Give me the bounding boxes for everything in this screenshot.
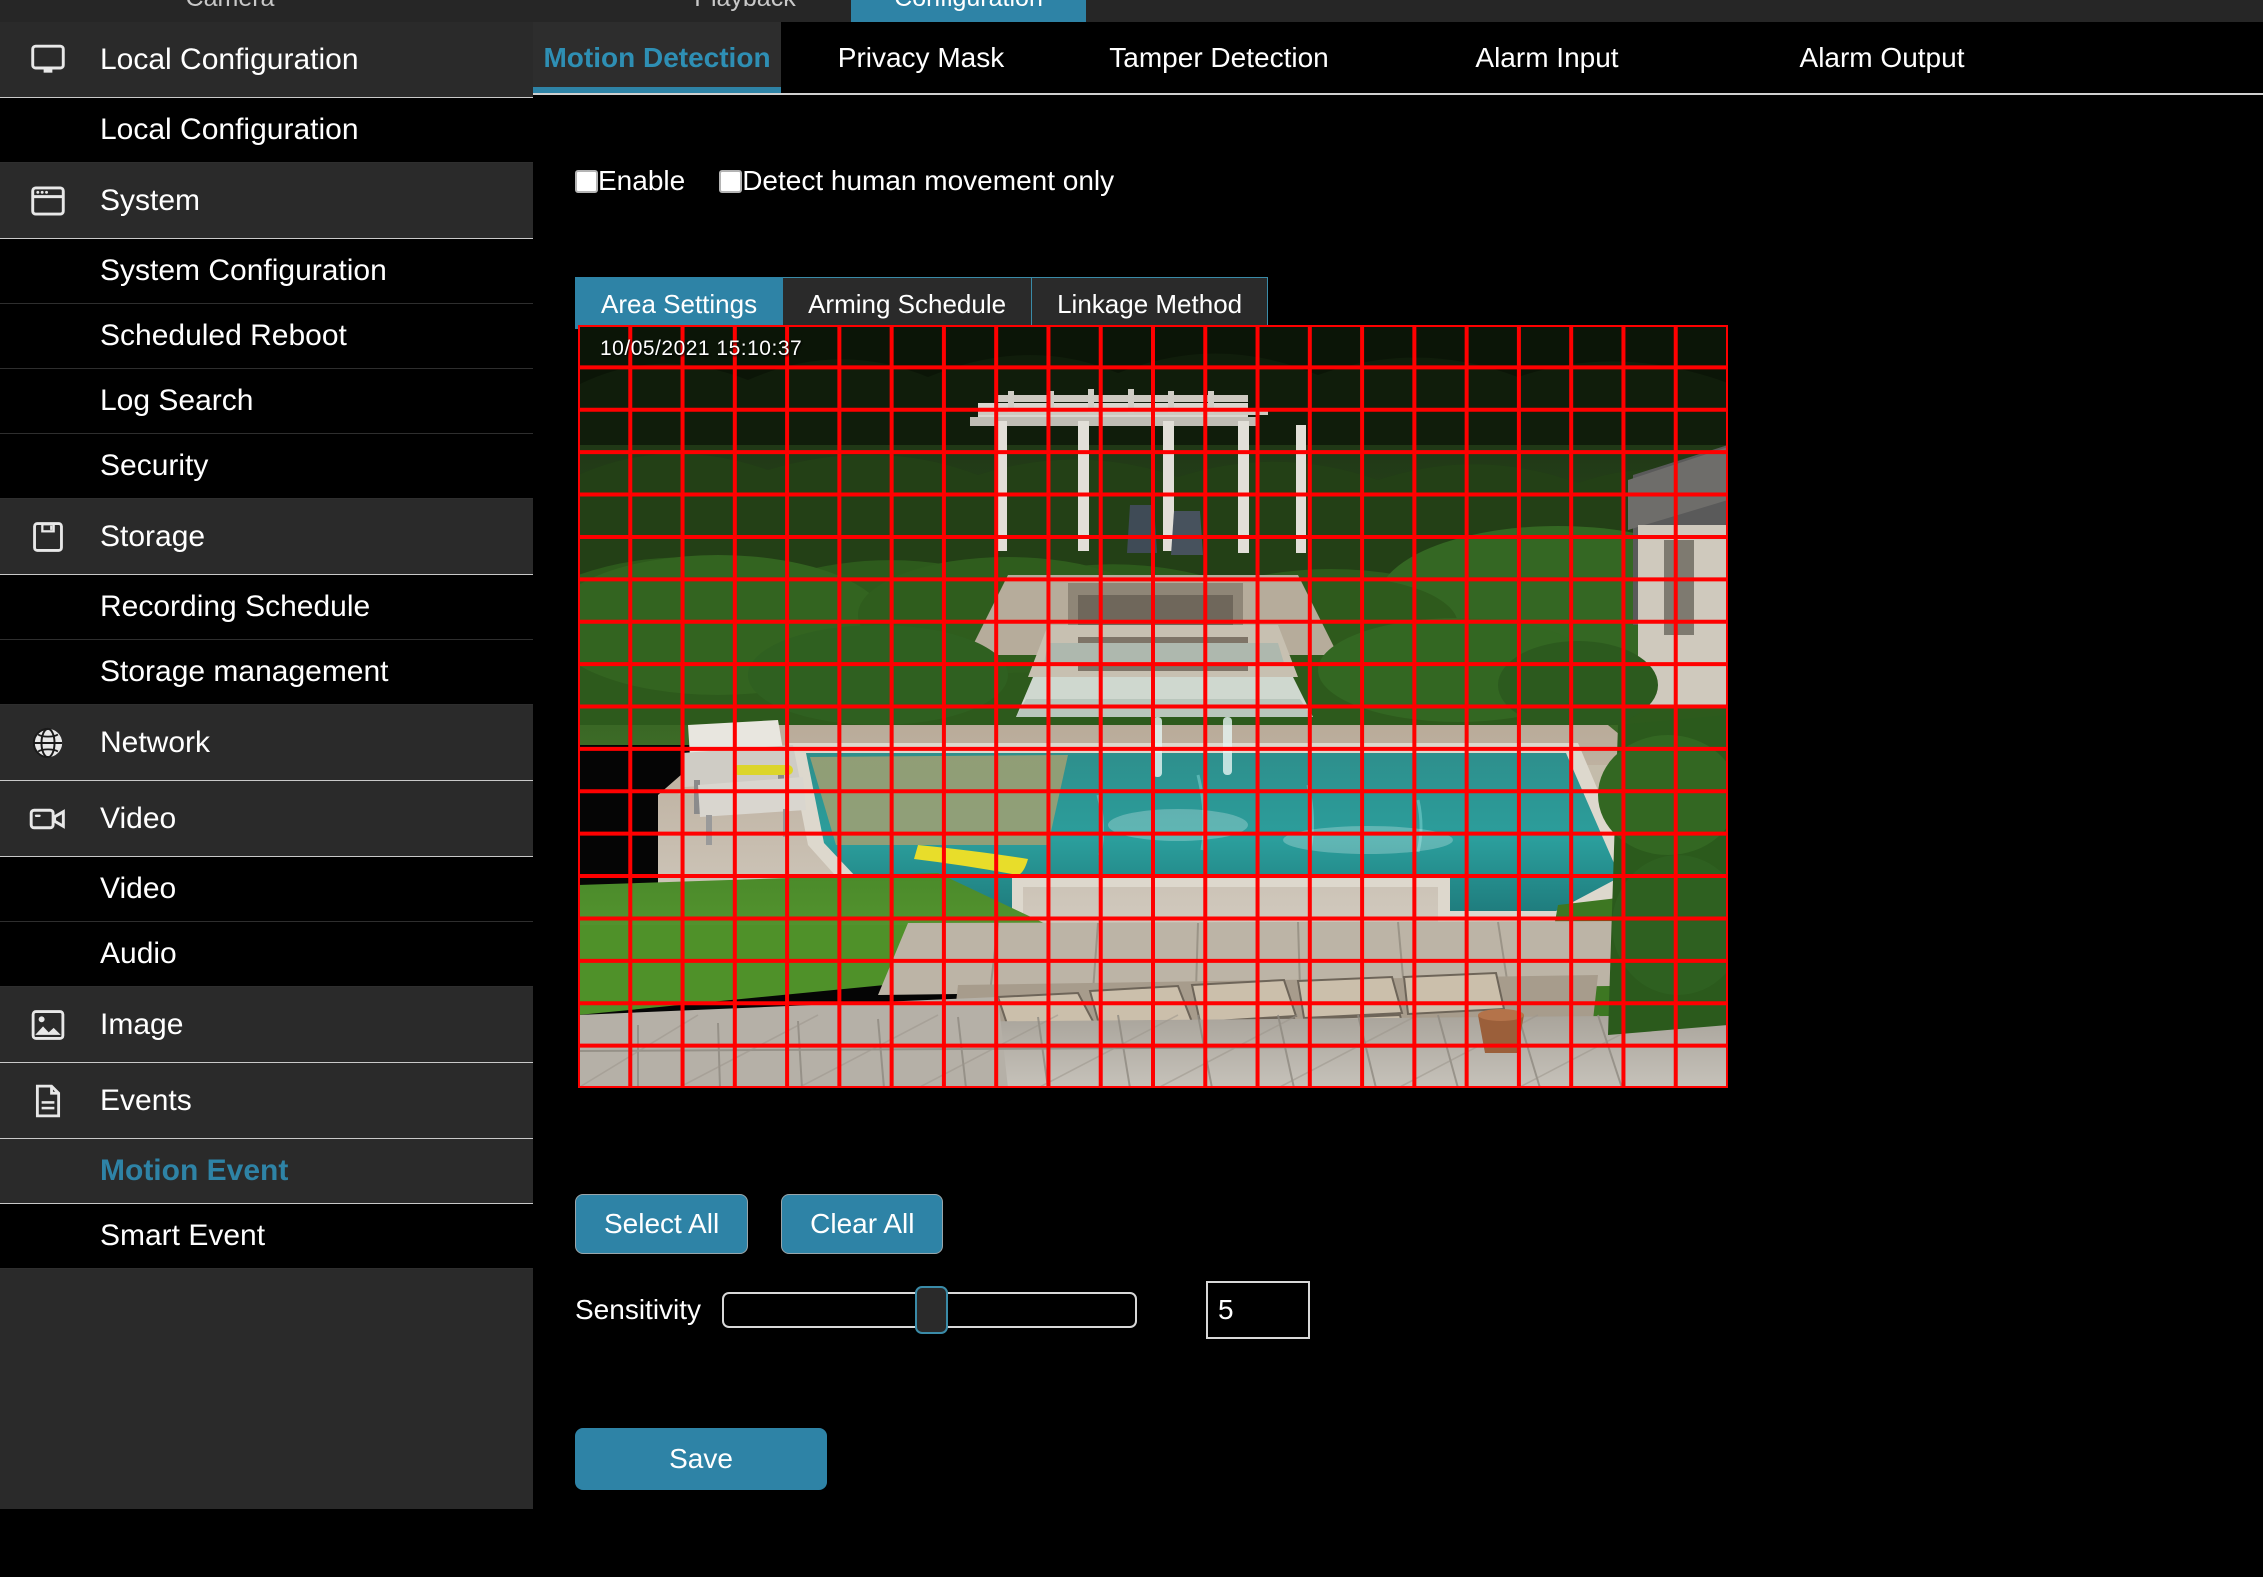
sidebar-subitem-recording-schedule[interactable]: Recording Schedule <box>0 575 533 640</box>
sidebar-item-label: Log Search <box>100 384 254 417</box>
camera-scene-image <box>578 325 1728 1088</box>
sidebar-item-system[interactable]: System <box>0 163 533 239</box>
tab-alarm-input[interactable]: Alarm Input <box>1377 22 1717 93</box>
sidebar-item-label: Video <box>100 801 177 835</box>
sidebar-subitem-smart-event[interactable]: Smart Event <box>0 1204 533 1269</box>
sensitivity-slider-thumb[interactable] <box>915 1286 948 1334</box>
clear-all-button[interactable]: Clear All <box>781 1194 944 1254</box>
video-preview[interactable]: 10/05/2021 15:10:37 <box>578 325 1728 1088</box>
sidebar-item-label: Recording Schedule <box>100 590 371 623</box>
detect-human-only-checkbox[interactable] <box>719 169 743 193</box>
sidebar-item-label: Audio <box>100 937 177 970</box>
sidebar-item-storage[interactable]: Storage <box>0 499 533 575</box>
sidebar-filler <box>0 1269 533 1509</box>
tab-privacy-mask[interactable]: Privacy Mask <box>781 22 1061 93</box>
sidebar-item-label: Smart Event <box>100 1219 266 1252</box>
enable-checkbox-label: Enable <box>598 165 686 196</box>
sidebar-item-label: Events <box>100 1083 192 1117</box>
global-nav-item-camera[interactable]: Camera <box>100 0 360 22</box>
camcorder-icon <box>20 805 76 833</box>
sidebar-item-label: Image <box>100 1007 184 1041</box>
sensitivity-input[interactable] <box>1206 1281 1310 1339</box>
main-content: Motion Detection Privacy Mask Tamper Det… <box>533 22 2263 1577</box>
sidebar-subitem-local-configuration[interactable]: Local Configuration <box>0 98 533 163</box>
sidebar-subitem-motion-event[interactable]: Motion Event <box>0 1139 533 1204</box>
sidebar-item-label: Motion Event <box>100 1154 289 1187</box>
global-nav-item-configuration[interactable]: Configuration <box>851 0 1086 22</box>
sidebar-subitem-video[interactable]: Video <box>0 857 533 922</box>
sidebar-item-network[interactable]: Network <box>0 705 533 781</box>
globe-icon <box>20 726 76 760</box>
sidebar-item-local-configuration[interactable]: Local Configuration <box>0 22 533 98</box>
tab-motion-detection[interactable]: Motion Detection <box>533 22 781 93</box>
sidebar-item-label: Video <box>100 872 177 905</box>
configuration-page: Camera Playback Configuration Local Conf… <box>0 0 2263 1577</box>
picture-icon <box>20 1009 76 1041</box>
global-nav-item-playback[interactable]: Playback <box>620 0 870 22</box>
sidebar-item-label: Local Configuration <box>100 42 359 76</box>
settings-subtabs: Area Settings Arming Schedule Linkage Me… <box>575 277 1269 329</box>
sensitivity-row: Sensitivity <box>575 1281 1310 1339</box>
sidebar-item-label: Storage management <box>100 655 389 688</box>
window-icon <box>20 185 76 217</box>
monitor-icon <box>20 44 76 76</box>
sidebar-item-label: Network <box>100 725 211 759</box>
sidebar-subitem-system-configuration[interactable]: System Configuration <box>0 239 533 304</box>
sidebar-item-label: System Configuration <box>100 254 387 287</box>
document-icon <box>20 1084 76 1118</box>
sidebar-subitem-audio[interactable]: Audio <box>0 922 533 987</box>
sidebar-item-events[interactable]: Events <box>0 1063 533 1139</box>
sidebar-item-image[interactable]: Image <box>0 987 533 1063</box>
global-nav-bar: Camera Playback Configuration <box>0 0 2263 22</box>
enable-checkbox[interactable] <box>575 169 598 193</box>
sensitivity-slider[interactable] <box>722 1286 1137 1334</box>
subtab-area-settings[interactable]: Area Settings <box>575 277 784 329</box>
select-all-button[interactable]: Select All <box>575 1194 749 1254</box>
sidebar-item-video[interactable]: Video <box>0 781 533 857</box>
detect-human-only-label: Detect human movement only <box>742 165 1115 196</box>
sidebar-item-label: System <box>100 183 201 217</box>
video-timestamp: 10/05/2021 15:10:37 <box>600 337 803 360</box>
sidebar: Local Configuration Local Configuration … <box>0 22 533 1577</box>
sidebar-item-label: Storage <box>100 519 206 553</box>
sidebar-subitem-security[interactable]: Security <box>0 434 533 499</box>
sidebar-subitem-storage-management[interactable]: Storage management <box>0 640 533 705</box>
save-button[interactable]: Save <box>575 1428 827 1490</box>
sidebar-subitem-scheduled-reboot[interactable]: Scheduled Reboot <box>0 304 533 369</box>
sidebar-item-label: Local Configuration <box>100 113 359 146</box>
grid-action-buttons: Select All Clear All <box>575 1194 944 1254</box>
sidebar-subitem-log-search[interactable]: Log Search <box>0 369 533 434</box>
detection-options: Enable Detect human movement only <box>575 165 1148 197</box>
page-tabstrip: Motion Detection Privacy Mask Tamper Det… <box>533 22 2263 95</box>
subtab-linkage-method[interactable]: Linkage Method <box>1032 277 1269 329</box>
floppy-icon <box>20 520 76 554</box>
tab-alarm-output[interactable]: Alarm Output <box>1717 22 2047 93</box>
subtab-arming-schedule[interactable]: Arming Schedule <box>783 277 1033 329</box>
sidebar-item-label: Security <box>100 449 209 482</box>
tab-tamper-detection[interactable]: Tamper Detection <box>1061 22 1377 93</box>
sidebar-item-label: Scheduled Reboot <box>100 319 347 352</box>
